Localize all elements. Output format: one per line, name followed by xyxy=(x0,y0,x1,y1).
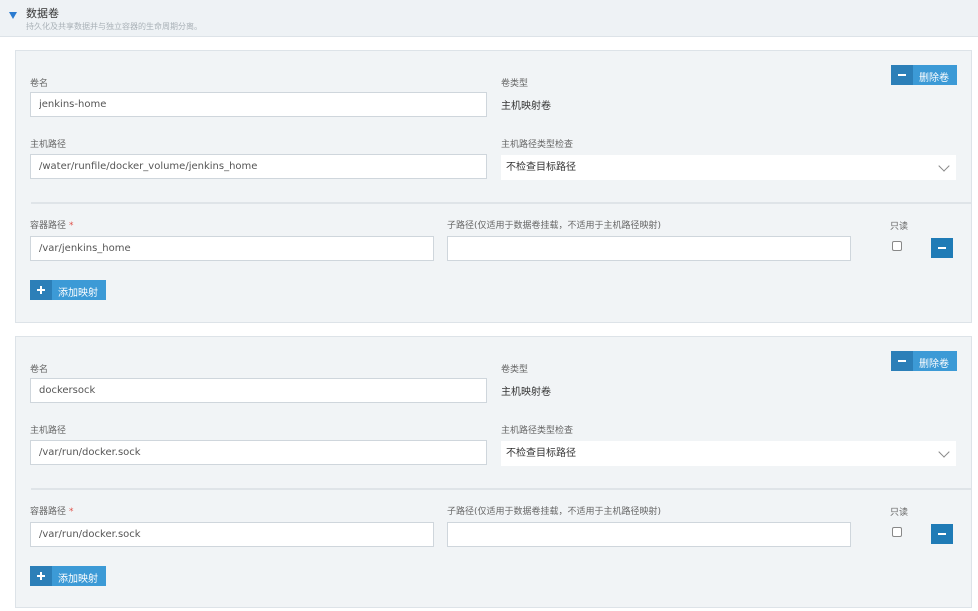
delete-volume-button[interactable]: 删除卷 xyxy=(891,65,957,85)
host-path-check-label: 主机路径类型检查 xyxy=(501,426,574,436)
container-path-label: 容器路径 * xyxy=(30,218,74,231)
minus-icon xyxy=(891,351,913,371)
readonly-checkbox[interactable] xyxy=(892,241,902,251)
section-title: 数据卷 xyxy=(26,7,59,20)
volume-type-label: 卷类型 xyxy=(501,365,529,375)
host-path-input[interactable] xyxy=(30,154,487,179)
host-path-check-value: 不检查目标路径 xyxy=(506,448,576,459)
container-path-input[interactable] xyxy=(30,236,434,261)
volume-name-input[interactable] xyxy=(30,92,487,117)
plus-icon xyxy=(30,280,52,300)
divider xyxy=(31,202,971,204)
collapse-triangle-icon[interactable] xyxy=(9,12,17,19)
required-asterisk: * xyxy=(69,221,74,231)
delete-volume-label: 删除卷 xyxy=(919,359,949,370)
host-path-check-select[interactable]: 不检查目标路径 xyxy=(501,441,956,466)
volume-name-label: 卷名 xyxy=(30,365,49,375)
host-path-input[interactable] xyxy=(30,440,487,465)
readonly-label: 只读 xyxy=(890,508,909,518)
add-mapping-label: 添加映射 xyxy=(58,288,98,299)
remove-mapping-button[interactable] xyxy=(931,238,953,258)
volume-name-input[interactable] xyxy=(30,378,487,403)
host-path-check-select[interactable]: 不检查目标路径 xyxy=(501,155,956,180)
volume-type-value: 主机映射卷 xyxy=(501,387,551,398)
section-description: 持久化及共享数据并与独立容器的生命周期分离。 xyxy=(26,22,202,31)
volume-card: 卷名 卷类型 主机映射卷 删除卷 主机路径 主机路径类型检查 不检查目标路径 容… xyxy=(15,50,972,323)
volume-type-value: 主机映射卷 xyxy=(501,101,551,112)
minus-icon xyxy=(891,65,913,85)
host-path-check-label: 主机路径类型检查 xyxy=(501,140,574,150)
delete-volume-button[interactable]: 删除卷 xyxy=(891,351,957,371)
required-asterisk: * xyxy=(69,507,74,517)
add-mapping-button[interactable]: 添加映射 xyxy=(30,280,106,300)
container-path-label: 容器路径 * xyxy=(30,504,74,517)
volume-card: 卷名 卷类型 主机映射卷 删除卷 主机路径 主机路径类型检查 不检查目标路径 容… xyxy=(15,336,972,608)
plus-icon xyxy=(30,566,52,586)
container-path-input[interactable] xyxy=(30,522,434,547)
container-path-label-text: 容器路径 xyxy=(30,507,67,517)
host-path-label: 主机路径 xyxy=(30,426,67,436)
add-mapping-button[interactable]: 添加映射 xyxy=(30,566,106,586)
volume-type-label: 卷类型 xyxy=(501,79,529,89)
section-header: 数据卷 持久化及共享数据并与独立容器的生命周期分离。 xyxy=(0,0,978,37)
sub-path-label: 子路径(仅适用于数据卷挂载，不适用于主机路径映射) xyxy=(447,221,662,231)
remove-mapping-button[interactable] xyxy=(931,524,953,544)
container-path-label-text: 容器路径 xyxy=(30,221,67,231)
delete-volume-label: 删除卷 xyxy=(919,73,949,84)
host-path-label: 主机路径 xyxy=(30,140,67,150)
host-path-check-value: 不检查目标路径 xyxy=(506,162,576,173)
chevron-down-icon xyxy=(938,160,950,172)
sub-path-input[interactable] xyxy=(447,522,851,547)
chevron-down-icon xyxy=(938,446,950,458)
volume-name-label: 卷名 xyxy=(30,79,49,89)
add-mapping-label: 添加映射 xyxy=(58,574,98,585)
sub-path-label: 子路径(仅适用于数据卷挂载，不适用于主机路径映射) xyxy=(447,507,662,517)
readonly-checkbox[interactable] xyxy=(892,527,902,537)
readonly-label: 只读 xyxy=(890,222,909,232)
sub-path-input[interactable] xyxy=(447,236,851,261)
divider xyxy=(31,488,971,490)
